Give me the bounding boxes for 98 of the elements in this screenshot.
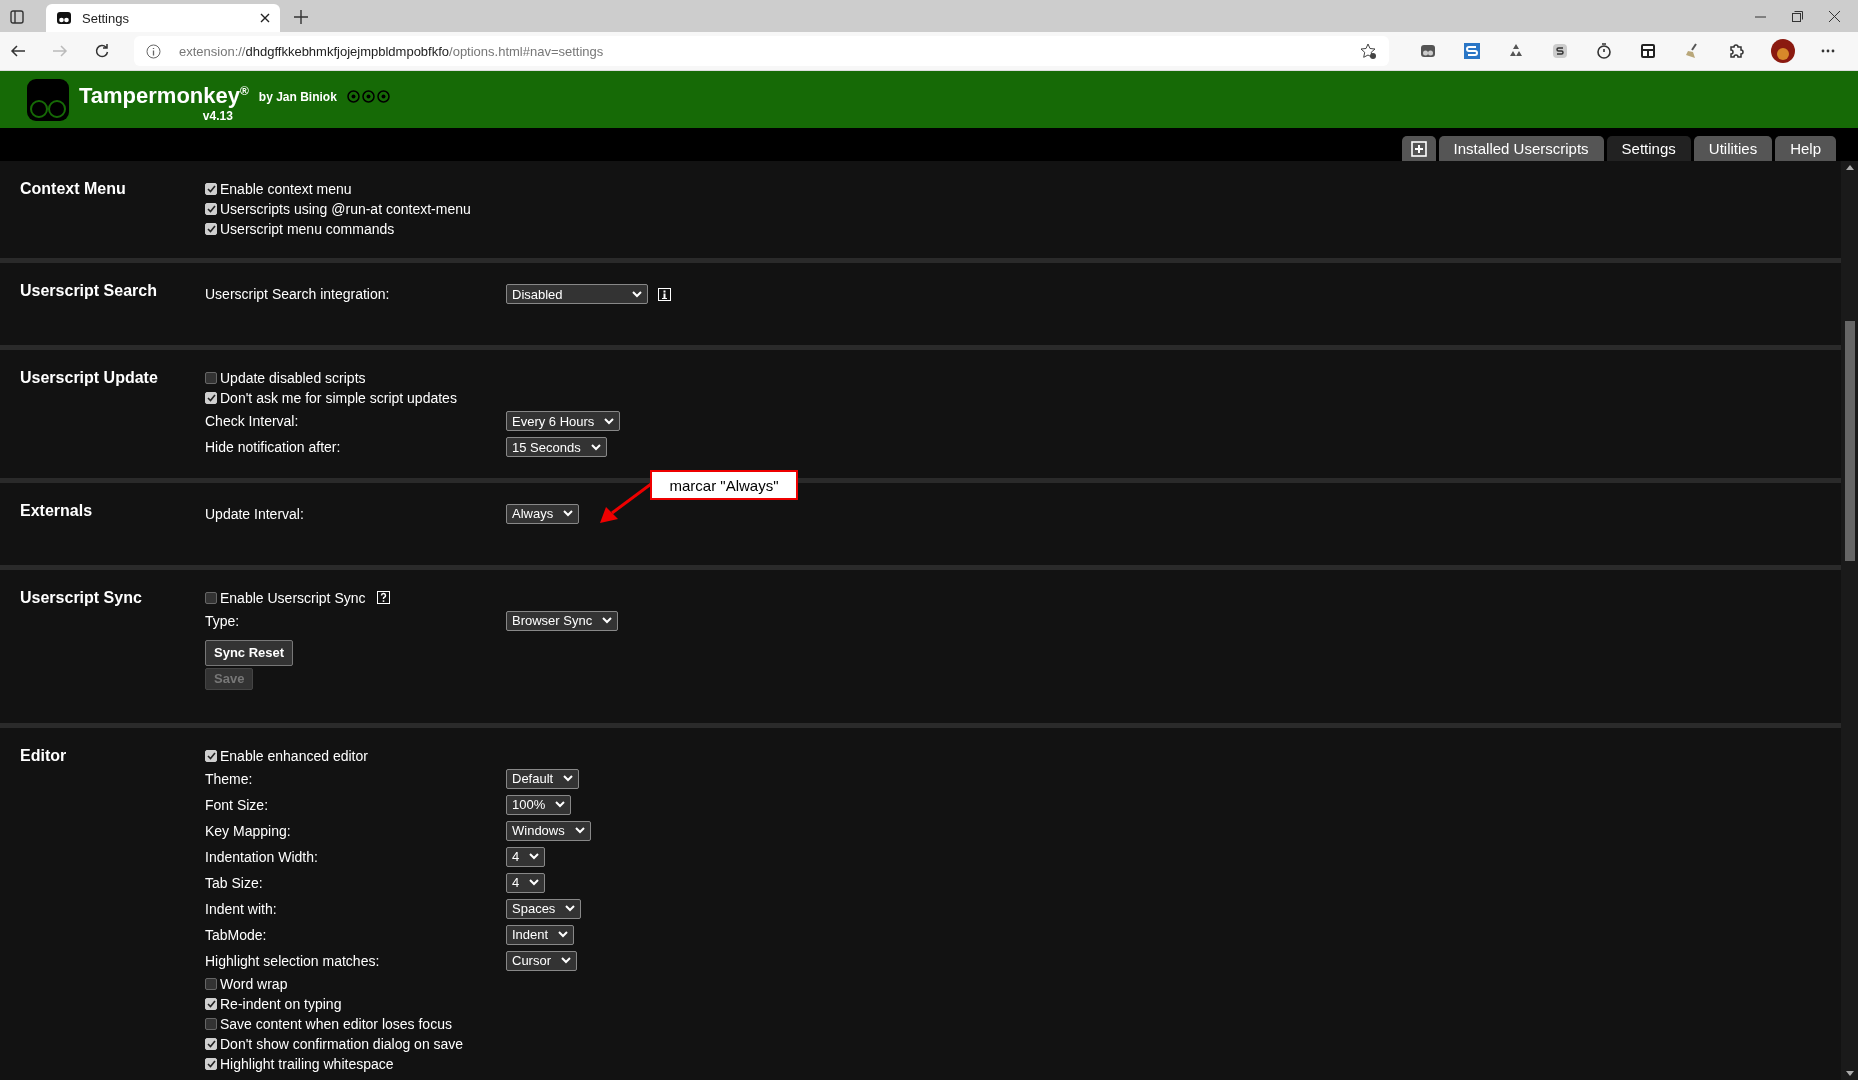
section-title: Externals: [20, 500, 94, 521]
restore-icon[interactable]: [1792, 10, 1803, 22]
scroll-down-icon[interactable]: [1845, 1071, 1854, 1076]
timer-icon[interactable]: [1595, 42, 1613, 60]
section-title: Userscript Sync: [20, 587, 143, 608]
checkbox-label: Enable enhanced editor: [220, 747, 368, 764]
dropdown[interactable]: Always: [506, 503, 580, 524]
logo-icon: [27, 78, 69, 121]
help-icon[interactable]: [376, 591, 390, 605]
checkbox-label: Word wrap: [220, 975, 288, 992]
dropdown[interactable]: Indent: [506, 924, 575, 945]
tab-actions-icon[interactable]: [10, 10, 24, 24]
extension-icon[interactable]: [1419, 42, 1437, 60]
chevron-icon: [563, 510, 574, 518]
setting-label: Key Mapping:: [205, 822, 292, 839]
setting-label: Type:: [205, 612, 241, 629]
puzzle-icon[interactable]: [1727, 42, 1745, 60]
chevron-icon: [529, 879, 540, 887]
checkbox-label: Userscripts using @run-at context-menu: [220, 201, 471, 217]
extension-icon: [56, 10, 72, 26]
checkbox-label: Update disabled scripts: [220, 370, 366, 387]
dropdown[interactable]: 15 Seconds: [506, 437, 607, 458]
chevron-icon: [561, 957, 571, 965]
checkbox[interactable]: [205, 372, 217, 385]
dropdown[interactable]: Spaces: [506, 898, 582, 919]
browser-tab[interactable]: Settings: [46, 4, 280, 32]
setting-label: Check Interval:: [205, 413, 300, 430]
checkbox-label: Highlight trailing whitespace: [220, 1055, 394, 1072]
dropdown[interactable]: Windows: [506, 820, 591, 841]
setting-label: TabMode:: [205, 926, 268, 943]
nav-tab[interactable]: Settings: [1606, 136, 1691, 161]
setting-label: Indent with:: [205, 900, 278, 917]
nav-tab[interactable]: Utilities: [1693, 136, 1773, 161]
nav-tab[interactable]: Help: [1775, 136, 1836, 161]
setting-label: Hide notification after:: [205, 439, 342, 456]
close-icon[interactable]: [260, 13, 270, 23]
s-icon[interactable]: [1551, 42, 1569, 60]
chevron-icon: [574, 827, 585, 835]
add-script-tab[interactable]: [1401, 136, 1436, 161]
dropdown[interactable]: 100%: [506, 794, 572, 815]
checkbox-label: Enable context menu: [220, 181, 352, 197]
setting-label: Userscript Search integration:: [205, 286, 391, 303]
sync-icon[interactable]: [1463, 42, 1481, 60]
reset-button[interactable]: Sync Reset: [205, 639, 294, 666]
chevron-icon: [563, 775, 574, 783]
section-title: Userscript Update: [20, 368, 159, 389]
setting-label: Tab Size:: [205, 874, 264, 891]
chevron-icon: [529, 853, 540, 861]
checkbox-label: Enable Userscript Sync: [220, 589, 366, 606]
dropdown[interactable]: Cursor: [506, 950, 577, 971]
checkbox-label: Don't ask me for simple script updates: [220, 390, 457, 407]
setting-label: Indentation Width:: [205, 848, 319, 865]
section-title: Context Menu: [20, 179, 127, 199]
annotation-callout: marcar "Always": [650, 470, 798, 500]
back-icon[interactable]: [10, 43, 26, 59]
dropdown[interactable]: Browser Sync: [506, 610, 619, 631]
scrollbar[interactable]: [1841, 161, 1858, 1080]
close-icon[interactable]: [1829, 10, 1840, 22]
chevron-icon: [632, 290, 642, 298]
chevron-icon: [555, 801, 566, 809]
checkbox[interactable]: [205, 1017, 217, 1030]
chevron-icon: [565, 905, 576, 913]
more-icon[interactable]: [1821, 49, 1835, 53]
plus-box-icon[interactable]: [1410, 140, 1427, 157]
checkbox-label: Don't show confirmation dialog on save: [220, 1035, 464, 1052]
reload-icon[interactable]: [94, 43, 110, 59]
add-favorite-icon[interactable]: [1360, 42, 1377, 60]
avatar[interactable]: [1771, 39, 1795, 63]
checkbox-label: Re-indent on typing: [220, 995, 342, 1012]
version-label: v4.13: [202, 108, 233, 123]
setting-label: Highlight selection matches:: [205, 952, 381, 969]
chevron-icon: [558, 931, 569, 939]
section-title: Userscript Search: [20, 281, 158, 302]
app-title: Tampermonkey$^{®}$: [79, 82, 249, 109]
new-tab-icon[interactable]: [294, 10, 308, 24]
author-label: by Jan Biniok: [258, 89, 337, 104]
layout-icon[interactable]: [1639, 42, 1657, 60]
setting-label: Theme:: [205, 770, 254, 787]
chevron-icon: [604, 417, 615, 425]
section-title: Editor: [20, 745, 68, 766]
dropdown[interactable]: 4: [506, 846, 546, 867]
checkbox-label: Userscript menu commands: [220, 221, 395, 237]
annotation-arrow: [598, 483, 652, 525]
nav-tab[interactable]: Installed Userscripts: [1438, 136, 1604, 161]
dropdown[interactable]: Every 6 Hours: [506, 411, 621, 432]
checkbox[interactable]: [205, 591, 217, 604]
dropdown[interactable]: Disabled: [506, 284, 648, 305]
dropdown[interactable]: Default: [506, 768, 580, 789]
chevron-icon: [602, 617, 613, 625]
address-field[interactable]: extension://dhdgffkkebhmkfjojejmpbldmpobfkfo/options.html#nav=settings: [134, 36, 1389, 66]
setting-label: Update Interval:: [205, 505, 305, 522]
dropdown[interactable]: 4: [506, 872, 546, 893]
checkbox-label: Save content when editor loses focus: [220, 1015, 452, 1032]
scroll-thumb[interactable]: [1844, 320, 1855, 561]
chevron-icon: [590, 443, 601, 451]
scroll-up-icon[interactable]: [1845, 165, 1854, 170]
checkbox[interactable]: [205, 977, 217, 990]
setting-label: Font Size:: [205, 796, 270, 813]
